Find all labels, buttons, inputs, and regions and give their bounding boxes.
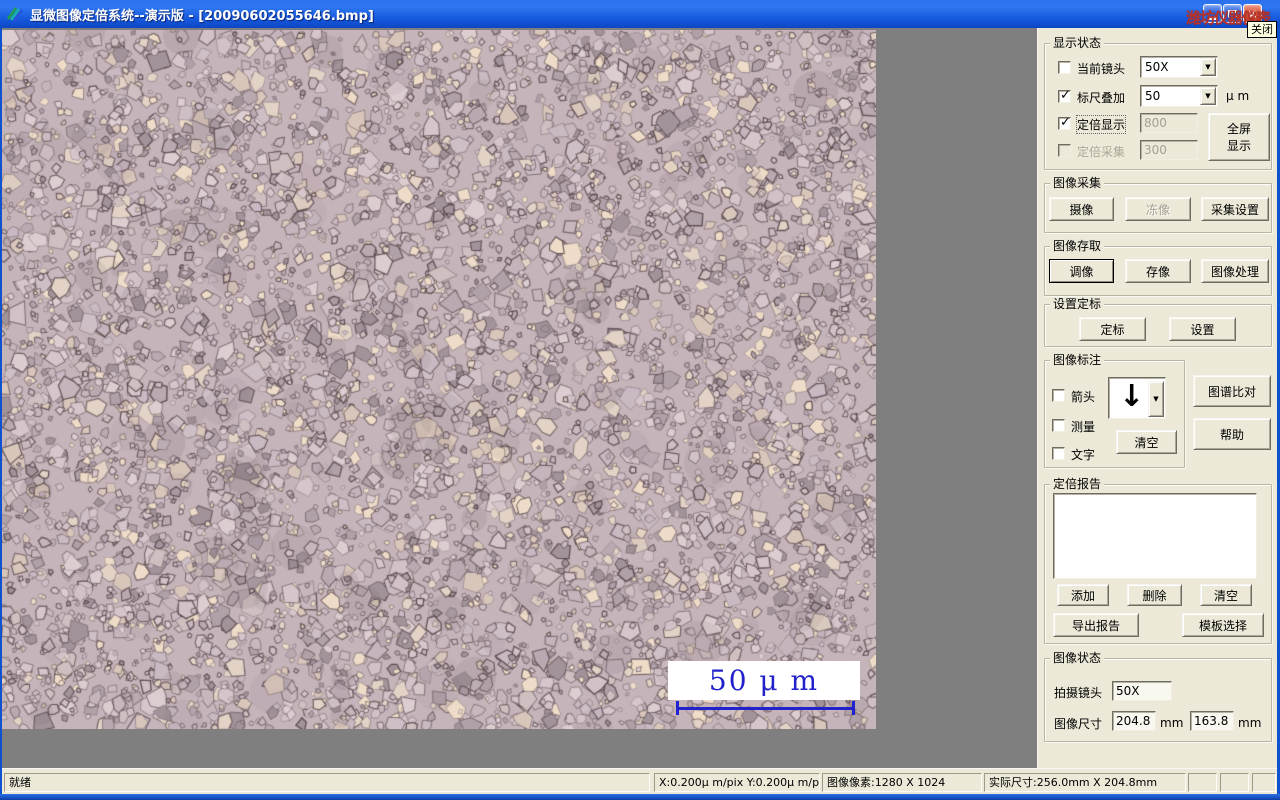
load-image-button[interactable]: 调像 xyxy=(1049,259,1114,283)
fullscreen-button[interactable]: 全屏 显示 xyxy=(1208,113,1270,161)
image-size-label: 图像尺寸 xyxy=(1054,717,1103,731)
status-bar: 就绪 X:0.200μ m/pix Y:0.200μ m/pix 图像像素:12… xyxy=(2,768,1277,794)
group-annotation-title: 图像标注 xyxy=(1050,353,1105,367)
fixed-display-checkbox[interactable]: ✓ xyxy=(1058,115,1071,130)
status-spare-3 xyxy=(1252,773,1276,792)
report-clear-button[interactable]: 清空 xyxy=(1200,584,1252,606)
fixed-capture-checkbox: ✓ xyxy=(1058,144,1071,157)
window-border-bottom xyxy=(0,794,1280,800)
close-icon: × xyxy=(1247,6,1258,21)
minimize-button[interactable] xyxy=(1203,4,1222,23)
group-calibration-title: 设置定标 xyxy=(1050,297,1105,311)
status-image-pixels: 图像像素:1280 X 1024 xyxy=(822,773,982,792)
report-add-button[interactable]: 添加 xyxy=(1057,584,1109,606)
scale-bar-box: 50 μ m xyxy=(668,661,860,700)
current-lens-label: 当前镜头 xyxy=(1077,62,1126,76)
chevron-down-icon[interactable]: ▼ xyxy=(1200,87,1216,105)
text-label: 文字 xyxy=(1071,448,1096,462)
group-storage-title: 图像存取 xyxy=(1050,239,1105,253)
fixed-capture-label: 定倍采集 xyxy=(1077,145,1126,159)
scale-bar-tick-right xyxy=(852,701,855,715)
help-button[interactable]: 帮助 xyxy=(1193,418,1271,450)
status-actual-size: 实际尺寸:256.0mm X 204.8mm xyxy=(984,773,1186,792)
close-tooltip: 关闭 xyxy=(1247,21,1277,38)
image-workspace: 50 μ m xyxy=(2,28,1037,768)
minimize-icon xyxy=(1208,16,1217,20)
group-report-title: 定倍报告 xyxy=(1050,477,1105,491)
restore-icon xyxy=(1228,9,1237,18)
export-report-button[interactable]: 导出报告 xyxy=(1053,613,1139,637)
restore-button[interactable] xyxy=(1223,4,1242,23)
micrograph-canvas[interactable] xyxy=(2,30,876,729)
arrow-style-combobox[interactable]: ↓ ▼ xyxy=(1108,377,1166,419)
image-process-button[interactable]: 图像处理 xyxy=(1201,259,1269,283)
scale-bar-label: 50 μ m xyxy=(708,664,820,697)
image-height-unit: mm xyxy=(1238,716,1262,730)
down-arrow-icon: ↓ xyxy=(1119,379,1145,414)
measure-checkbox[interactable]: ✓ xyxy=(1052,419,1065,432)
status-spare-1 xyxy=(1188,773,1217,792)
scale-overlay-label: 标尺叠加 xyxy=(1077,91,1126,105)
lens-value-field: 50X xyxy=(1112,681,1172,701)
group-image-status-title: 图像状态 xyxy=(1050,651,1105,665)
scale-overlay-checkbox[interactable]: ✓ xyxy=(1058,88,1071,103)
current-lens-combobox[interactable]: 50X ▼ xyxy=(1140,56,1218,78)
window-title: 显微图像定倍系统--演示版 - [20090602055646.bmp] xyxy=(30,8,374,24)
scale-overlay-unit: μ m xyxy=(1226,89,1250,103)
control-panel: 显示状态 ✓ 当前镜头 50X ▼ ✓ 标尺叠加 50 ▼ μ m ✓ 定倍显示… xyxy=(1037,28,1277,768)
lens-label: 拍摄镜头 xyxy=(1054,686,1103,700)
calibration-setup-button[interactable]: 设置 xyxy=(1169,317,1236,341)
window-border-left xyxy=(0,28,2,794)
app-window: 显微图像定倍系统--演示版 - [20090602055646.bmp] × 潍… xyxy=(0,0,1280,800)
atlas-compare-button[interactable]: 图谱比对 xyxy=(1193,375,1271,407)
text-checkbox[interactable]: ✓ xyxy=(1052,447,1065,460)
chevron-down-icon[interactable]: ▼ xyxy=(1200,58,1216,76)
image-height-field: 163.8 xyxy=(1190,711,1234,731)
report-delete-button[interactable]: 删除 xyxy=(1127,584,1182,606)
group-display-status-title: 显示状态 xyxy=(1050,36,1105,50)
measure-label: 测量 xyxy=(1071,420,1096,434)
shoot-button[interactable]: 摄像 xyxy=(1049,197,1114,221)
status-pixel-scale: X:0.200μ m/pix Y:0.200μ m/pix xyxy=(654,773,820,792)
report-listbox[interactable] xyxy=(1053,493,1257,579)
app-icon[interactable] xyxy=(6,5,24,23)
fixed-display-field: 800 xyxy=(1140,113,1198,133)
template-select-button[interactable]: 模板选择 xyxy=(1182,613,1264,637)
capture-settings-button[interactable]: 采集设置 xyxy=(1201,197,1269,221)
save-image-button[interactable]: 存像 xyxy=(1125,259,1191,283)
status-spare-2 xyxy=(1220,773,1249,792)
current-lens-checkbox[interactable]: ✓ xyxy=(1058,61,1071,74)
image-width-field: 204.8 xyxy=(1112,711,1156,731)
title-bar: 显微图像定倍系统--演示版 - [20090602055646.bmp] xyxy=(0,0,1280,28)
scale-bar-tick-left xyxy=(676,701,679,715)
scale-bar-line xyxy=(676,707,855,710)
scale-overlay-combobox[interactable]: 50 ▼ xyxy=(1140,85,1218,107)
arrow-label: 箭头 xyxy=(1071,390,1096,404)
chevron-down-icon[interactable]: ▼ xyxy=(1148,381,1164,417)
fixed-display-label: 定倍显示 xyxy=(1075,115,1127,134)
annotation-clear-button[interactable]: 清空 xyxy=(1116,430,1177,454)
calibrate-button[interactable]: 定标 xyxy=(1079,317,1146,341)
arrow-checkbox[interactable]: ✓ xyxy=(1052,389,1065,402)
fixed-capture-field: 300 xyxy=(1140,140,1198,160)
group-capture-title: 图像采集 xyxy=(1050,176,1105,190)
status-ready: 就绪 xyxy=(4,773,650,792)
freeze-button: 冻像 xyxy=(1125,197,1191,221)
image-width-unit: mm xyxy=(1160,716,1184,730)
